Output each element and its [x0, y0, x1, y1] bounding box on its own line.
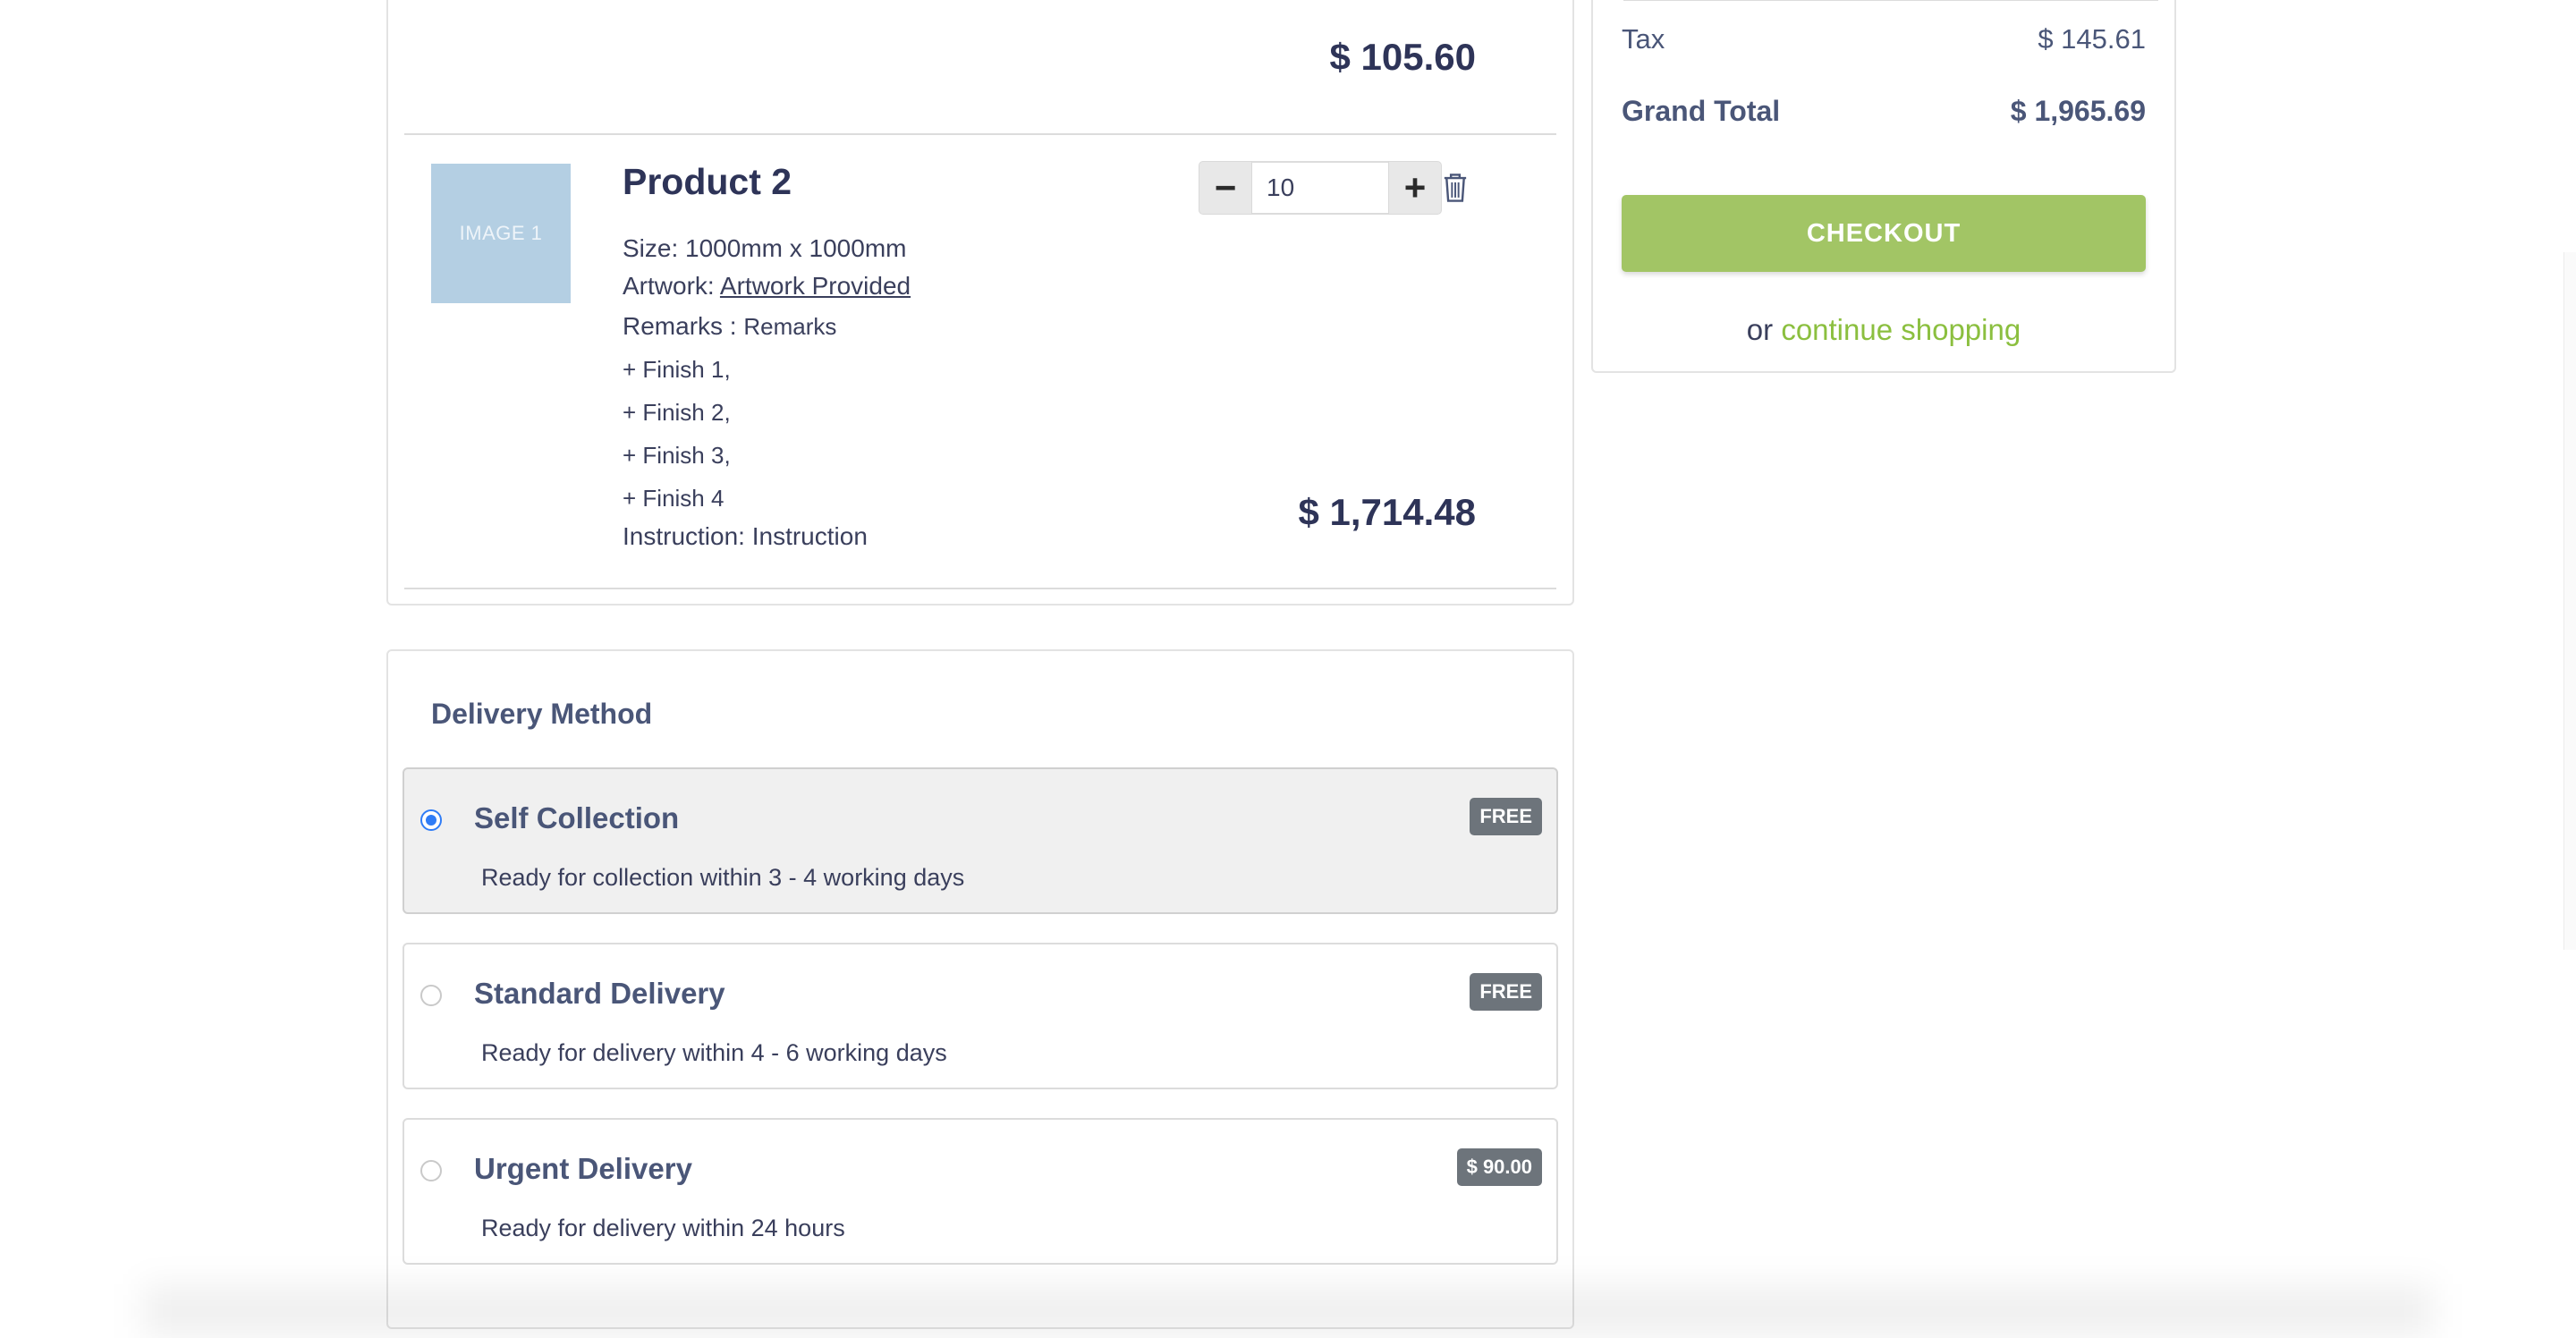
product-thumbnail: IMAGE 1 [431, 164, 571, 303]
line-total: $ 1,714.48 [1298, 491, 1476, 533]
finish-item: + Finish 3, [623, 442, 731, 469]
cart-panel: $ 105.60 IMAGE 1 Product 2 Size: 1000mm … [386, 0, 1574, 605]
remarks-label: Remarks : [623, 312, 744, 340]
delivery-option-standard[interactable]: Standard Delivery Ready for delivery wit… [402, 943, 1558, 1089]
tax-value: $ 145.61 [2038, 23, 2146, 55]
finish-item: + Finish 1, [623, 356, 731, 383]
continue-shopping-line: or continue shopping [1593, 313, 2174, 347]
product-title: Product 2 [623, 161, 792, 202]
artwork-link[interactable]: Artwork Provided [720, 272, 911, 300]
quantity-stepper: − + [1199, 161, 1442, 215]
grand-total-label: Grand Total [1622, 95, 1781, 127]
delivery-panel: Delivery Method Self Collection Ready fo… [386, 649, 1574, 1329]
delivery-method-title: Delivery Method [431, 698, 653, 730]
window-bottom-shadow [143, 1284, 2433, 1338]
order-summary-panel: Tax $ 145.61 Grand Total $ 1,965.69 CHEC… [1591, 0, 2176, 373]
tax-label: Tax [1622, 23, 1665, 55]
increase-quantity-button[interactable]: + [1388, 161, 1442, 215]
product-remarks: Remarks : Remarks [623, 312, 836, 341]
product-image-label: IMAGE 1 [459, 222, 543, 244]
price-badge: FREE [1470, 973, 1542, 1011]
delivery-option-urgent[interactable]: Urgent Delivery Ready for delivery withi… [402, 1118, 1558, 1265]
continue-shopping-link[interactable]: continue shopping [1781, 313, 2021, 346]
finish-item: + Finish 4 [623, 485, 724, 512]
radio-button[interactable] [420, 985, 442, 1006]
radio-button[interactable] [420, 1160, 442, 1181]
previous-item-total: $ 105.60 [1329, 36, 1477, 78]
item-divider-top [404, 133, 1556, 135]
plus-icon: + [1403, 166, 1427, 208]
delivery-option-title: Standard Delivery [474, 977, 725, 1010]
decrease-quantity-button[interactable]: − [1199, 161, 1252, 215]
trash-icon[interactable] [1442, 173, 1469, 203]
remarks-value: Remarks [743, 313, 837, 340]
delivery-option-description: Ready for delivery within 24 hours [481, 1215, 845, 1241]
delivery-option-self-collection[interactable]: Self Collection Ready for collection wit… [402, 767, 1558, 914]
product-artwork: Artwork: Artwork Provided [623, 272, 911, 301]
product-instruction: Instruction: Instruction [623, 522, 868, 550]
grand-total-value: $ 1,965.69 [2010, 95, 2146, 127]
finish-item: + Finish 2, [623, 399, 731, 426]
or-text: or [1746, 313, 1782, 346]
checkout-button[interactable]: CHECKOUT [1622, 195, 2146, 272]
product-size: Size: 1000mm x 1000mm [623, 234, 907, 262]
radio-button-selected[interactable] [420, 809, 442, 831]
delivery-option-description: Ready for delivery within 4 - 6 working … [481, 1039, 947, 1066]
price-badge: $ 90.00 [1456, 1148, 1542, 1186]
minus-icon: − [1214, 166, 1237, 208]
summary-divider [1623, 0, 2158, 1]
artwork-label: Artwork: [623, 272, 720, 300]
delivery-option-title: Self Collection [474, 801, 680, 834]
item-divider-bottom [404, 588, 1556, 589]
scrollbar-track[interactable] [2563, 252, 2576, 950]
quantity-input[interactable] [1252, 161, 1388, 215]
delivery-option-title: Urgent Delivery [474, 1152, 692, 1185]
delivery-option-description: Ready for collection within 3 - 4 workin… [481, 864, 965, 891]
price-badge: FREE [1470, 798, 1542, 835]
